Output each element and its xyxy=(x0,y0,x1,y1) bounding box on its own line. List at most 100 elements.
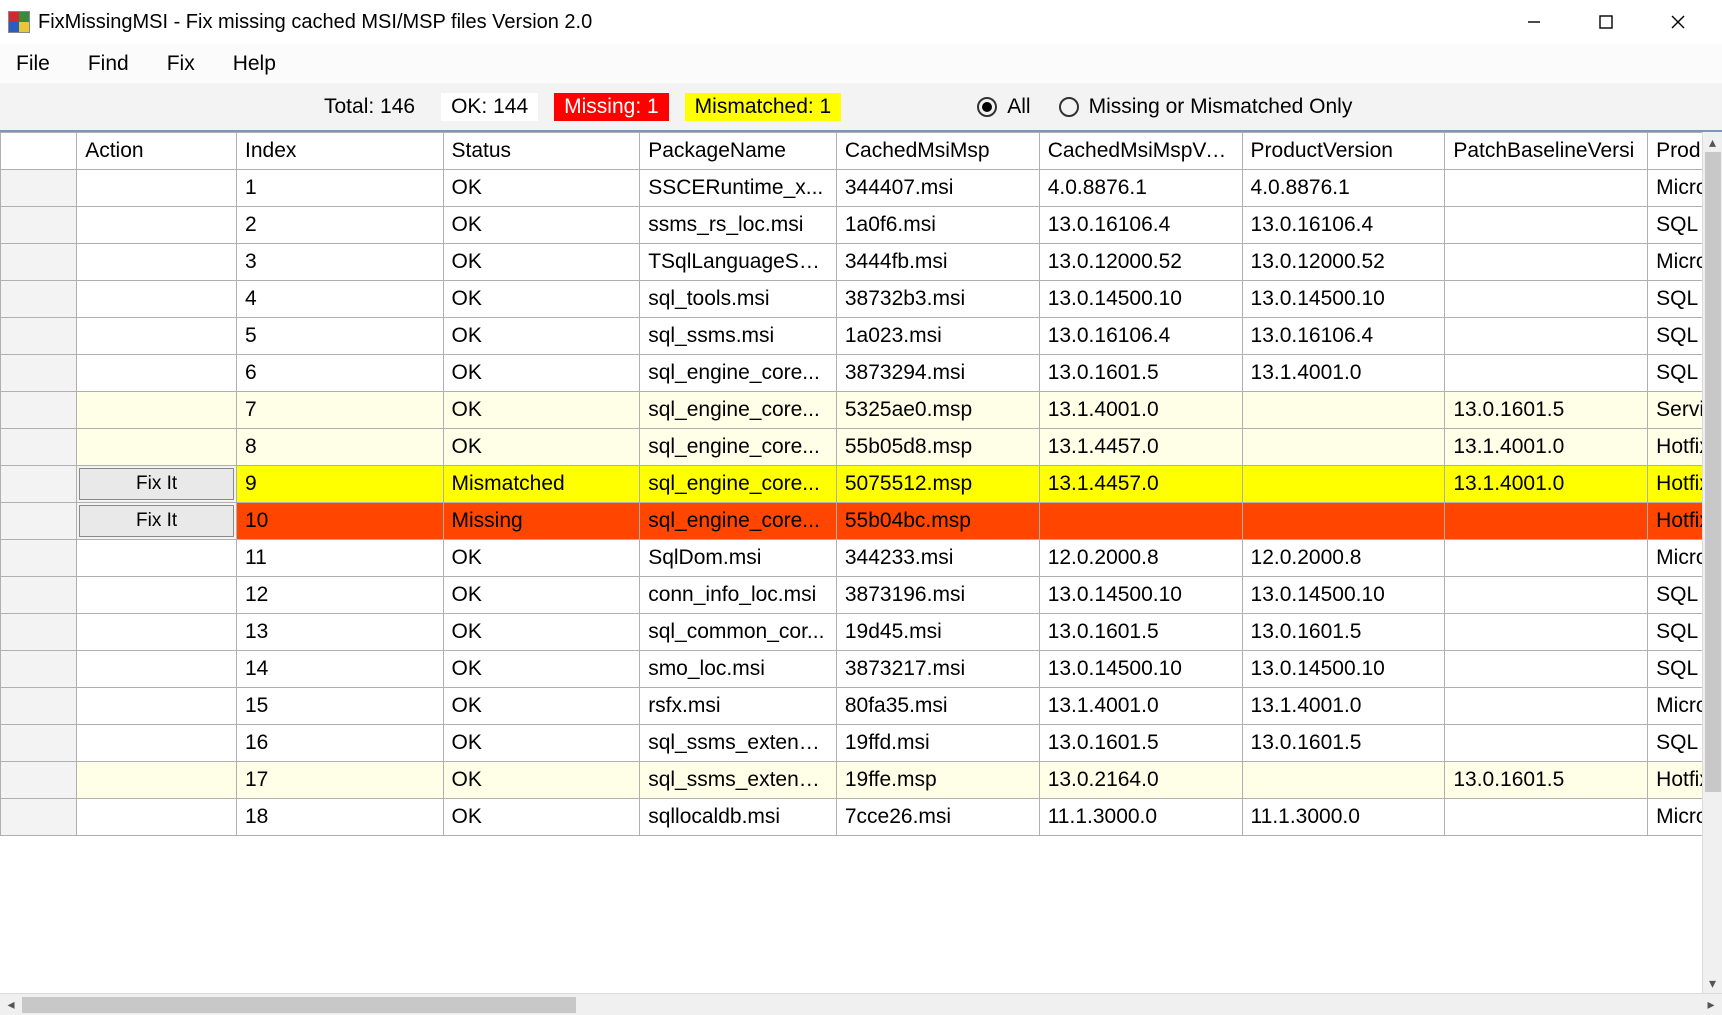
cell-cached[interactable]: 344407.msi xyxy=(836,170,1039,207)
cell-package[interactable]: sql_engine_core... xyxy=(640,429,837,466)
cell-pver[interactable]: 13.1.4001.0 xyxy=(1242,355,1445,392)
cell-pver[interactable] xyxy=(1242,392,1445,429)
row-header-cell[interactable] xyxy=(1,762,77,799)
col-cver[interactable]: CachedMsiMspVers xyxy=(1039,133,1242,170)
cell-status[interactable]: OK xyxy=(443,651,640,688)
cell-package[interactable]: sql_ssms_extensi... xyxy=(640,725,837,762)
table-row[interactable]: Fix It10Missingsql_engine_core...55b04bc… xyxy=(1,503,1722,540)
cell-pver[interactable]: 13.0.12000.52 xyxy=(1242,244,1445,281)
cell-pver[interactable] xyxy=(1242,503,1445,540)
cell-pbver[interactable] xyxy=(1445,281,1648,318)
row-header-cell[interactable] xyxy=(1,688,77,725)
table-row[interactable]: 17OKsql_ssms_extensi...19ffe.msp13.0.216… xyxy=(1,762,1722,799)
scroll-left-icon[interactable]: ◂ xyxy=(0,994,22,1015)
cell-pver[interactable]: 13.1.4001.0 xyxy=(1242,688,1445,725)
cell-index[interactable]: 9 xyxy=(237,466,444,503)
row-header-cell[interactable] xyxy=(1,244,77,281)
cell-cver[interactable] xyxy=(1039,503,1242,540)
cell-cver[interactable]: 13.0.12000.52 xyxy=(1039,244,1242,281)
row-header-cell[interactable] xyxy=(1,429,77,466)
cell-pver[interactable]: 4.0.8876.1 xyxy=(1242,170,1445,207)
scroll-down-icon[interactable]: ▾ xyxy=(1703,973,1722,993)
cell-cver[interactable]: 13.0.2164.0 xyxy=(1039,762,1242,799)
cell-cver[interactable]: 13.0.16106.4 xyxy=(1039,318,1242,355)
cell-cver[interactable]: 13.0.14500.10 xyxy=(1039,281,1242,318)
scroll-right-icon[interactable]: ▸ xyxy=(1700,994,1722,1015)
cell-cached[interactable]: 3873294.msi xyxy=(836,355,1039,392)
cell-cached[interactable]: 1a0f6.msi xyxy=(836,207,1039,244)
cell-pbver[interactable] xyxy=(1445,207,1648,244)
cell-index[interactable]: 12 xyxy=(237,577,444,614)
cell-cver[interactable]: 13.1.4001.0 xyxy=(1039,392,1242,429)
cell-cached[interactable]: 80fa35.msi xyxy=(836,688,1039,725)
cell-cached[interactable]: 5325ae0.msp xyxy=(836,392,1039,429)
cell-cached[interactable]: 3873196.msi xyxy=(836,577,1039,614)
horizontal-scrollbar[interactable]: ◂ ▸ xyxy=(0,993,1722,1015)
cell-pver[interactable]: 11.1.3000.0 xyxy=(1242,799,1445,836)
cell-index[interactable]: 17 xyxy=(237,762,444,799)
row-header-cell[interactable] xyxy=(1,466,77,503)
cell-package[interactable]: sql_engine_core... xyxy=(640,392,837,429)
cell-package[interactable]: sql_engine_core... xyxy=(640,466,837,503)
col-cached[interactable]: CachedMsiMsp xyxy=(836,133,1039,170)
table-row[interactable]: 5OKsql_ssms.msi1a023.msi13.0.16106.413.0… xyxy=(1,318,1722,355)
cell-cached[interactable]: 55b04bc.msp xyxy=(836,503,1039,540)
cell-cached[interactable]: 19d45.msi xyxy=(836,614,1039,651)
col-pbver[interactable]: PatchBaselineVersi xyxy=(1445,133,1648,170)
vscroll-thumb[interactable] xyxy=(1705,152,1721,792)
cell-pver[interactable]: 12.0.2000.8 xyxy=(1242,540,1445,577)
col-action[interactable]: Action xyxy=(77,133,237,170)
row-header-cell[interactable] xyxy=(1,355,77,392)
cell-cached[interactable]: 1a023.msi xyxy=(836,318,1039,355)
row-header-column[interactable] xyxy=(1,133,77,170)
fix-it-button[interactable]: Fix It xyxy=(79,505,234,537)
table-row[interactable]: 13OKsql_common_cor...19d45.msi13.0.1601.… xyxy=(1,614,1722,651)
cell-index[interactable]: 2 xyxy=(237,207,444,244)
row-header-cell[interactable] xyxy=(1,207,77,244)
cell-cver[interactable]: 13.0.1601.5 xyxy=(1039,725,1242,762)
cell-status[interactable]: OK xyxy=(443,318,640,355)
cell-package[interactable]: SSCERuntime_x... xyxy=(640,170,837,207)
cell-pbver[interactable] xyxy=(1445,577,1648,614)
cell-cached[interactable]: 19ffd.msi xyxy=(836,725,1039,762)
cell-index[interactable]: 15 xyxy=(237,688,444,725)
cell-pbver[interactable]: 13.1.4001.0 xyxy=(1445,429,1648,466)
cell-status[interactable]: OK xyxy=(443,614,640,651)
cell-cver[interactable]: 13.0.1601.5 xyxy=(1039,355,1242,392)
cell-index[interactable]: 1 xyxy=(237,170,444,207)
cell-pver[interactable] xyxy=(1242,466,1445,503)
col-pver[interactable]: ProductVersion xyxy=(1242,133,1445,170)
row-header-cell[interactable] xyxy=(1,799,77,836)
row-header-cell[interactable] xyxy=(1,540,77,577)
cell-index[interactable]: 14 xyxy=(237,651,444,688)
cell-status[interactable]: OK xyxy=(443,762,640,799)
scroll-up-icon[interactable]: ▴ xyxy=(1703,132,1722,152)
cell-status[interactable]: Missing xyxy=(443,503,640,540)
row-header-cell[interactable] xyxy=(1,281,77,318)
table-row[interactable]: 12OKconn_info_loc.msi3873196.msi13.0.145… xyxy=(1,577,1722,614)
cell-cached[interactable]: 3444fb.msi xyxy=(836,244,1039,281)
cell-status[interactable]: OK xyxy=(443,688,640,725)
cell-cver[interactable]: 12.0.2000.8 xyxy=(1039,540,1242,577)
cell-pbver[interactable]: 13.0.1601.5 xyxy=(1445,762,1648,799)
cell-package[interactable]: sql_engine_core... xyxy=(640,355,837,392)
cell-cver[interactable]: 13.1.4457.0 xyxy=(1039,466,1242,503)
close-button[interactable] xyxy=(1642,0,1714,44)
cell-cached[interactable]: 19ffe.msp xyxy=(836,762,1039,799)
cell-package[interactable]: sql_common_cor... xyxy=(640,614,837,651)
table-row[interactable]: 11OKSqlDom.msi344233.msi12.0.2000.812.0.… xyxy=(1,540,1722,577)
cell-package[interactable]: ssms_rs_loc.msi xyxy=(640,207,837,244)
menu-help[interactable]: Help xyxy=(225,48,284,80)
table-row[interactable]: 14OKsmo_loc.msi3873217.msi13.0.14500.101… xyxy=(1,651,1722,688)
row-header-cell[interactable] xyxy=(1,577,77,614)
cell-status[interactable]: OK xyxy=(443,281,640,318)
cell-cver[interactable]: 13.0.14500.10 xyxy=(1039,651,1242,688)
cell-status[interactable]: OK xyxy=(443,429,640,466)
cell-pver[interactable]: 13.0.14500.10 xyxy=(1242,281,1445,318)
cell-pbver[interactable] xyxy=(1445,355,1648,392)
cell-status[interactable]: OK xyxy=(443,540,640,577)
table-row[interactable]: 15OKrsfx.msi80fa35.msi13.1.4001.013.1.40… xyxy=(1,688,1722,725)
cell-index[interactable]: 4 xyxy=(237,281,444,318)
row-header-cell[interactable] xyxy=(1,651,77,688)
cell-pbver[interactable] xyxy=(1445,540,1648,577)
